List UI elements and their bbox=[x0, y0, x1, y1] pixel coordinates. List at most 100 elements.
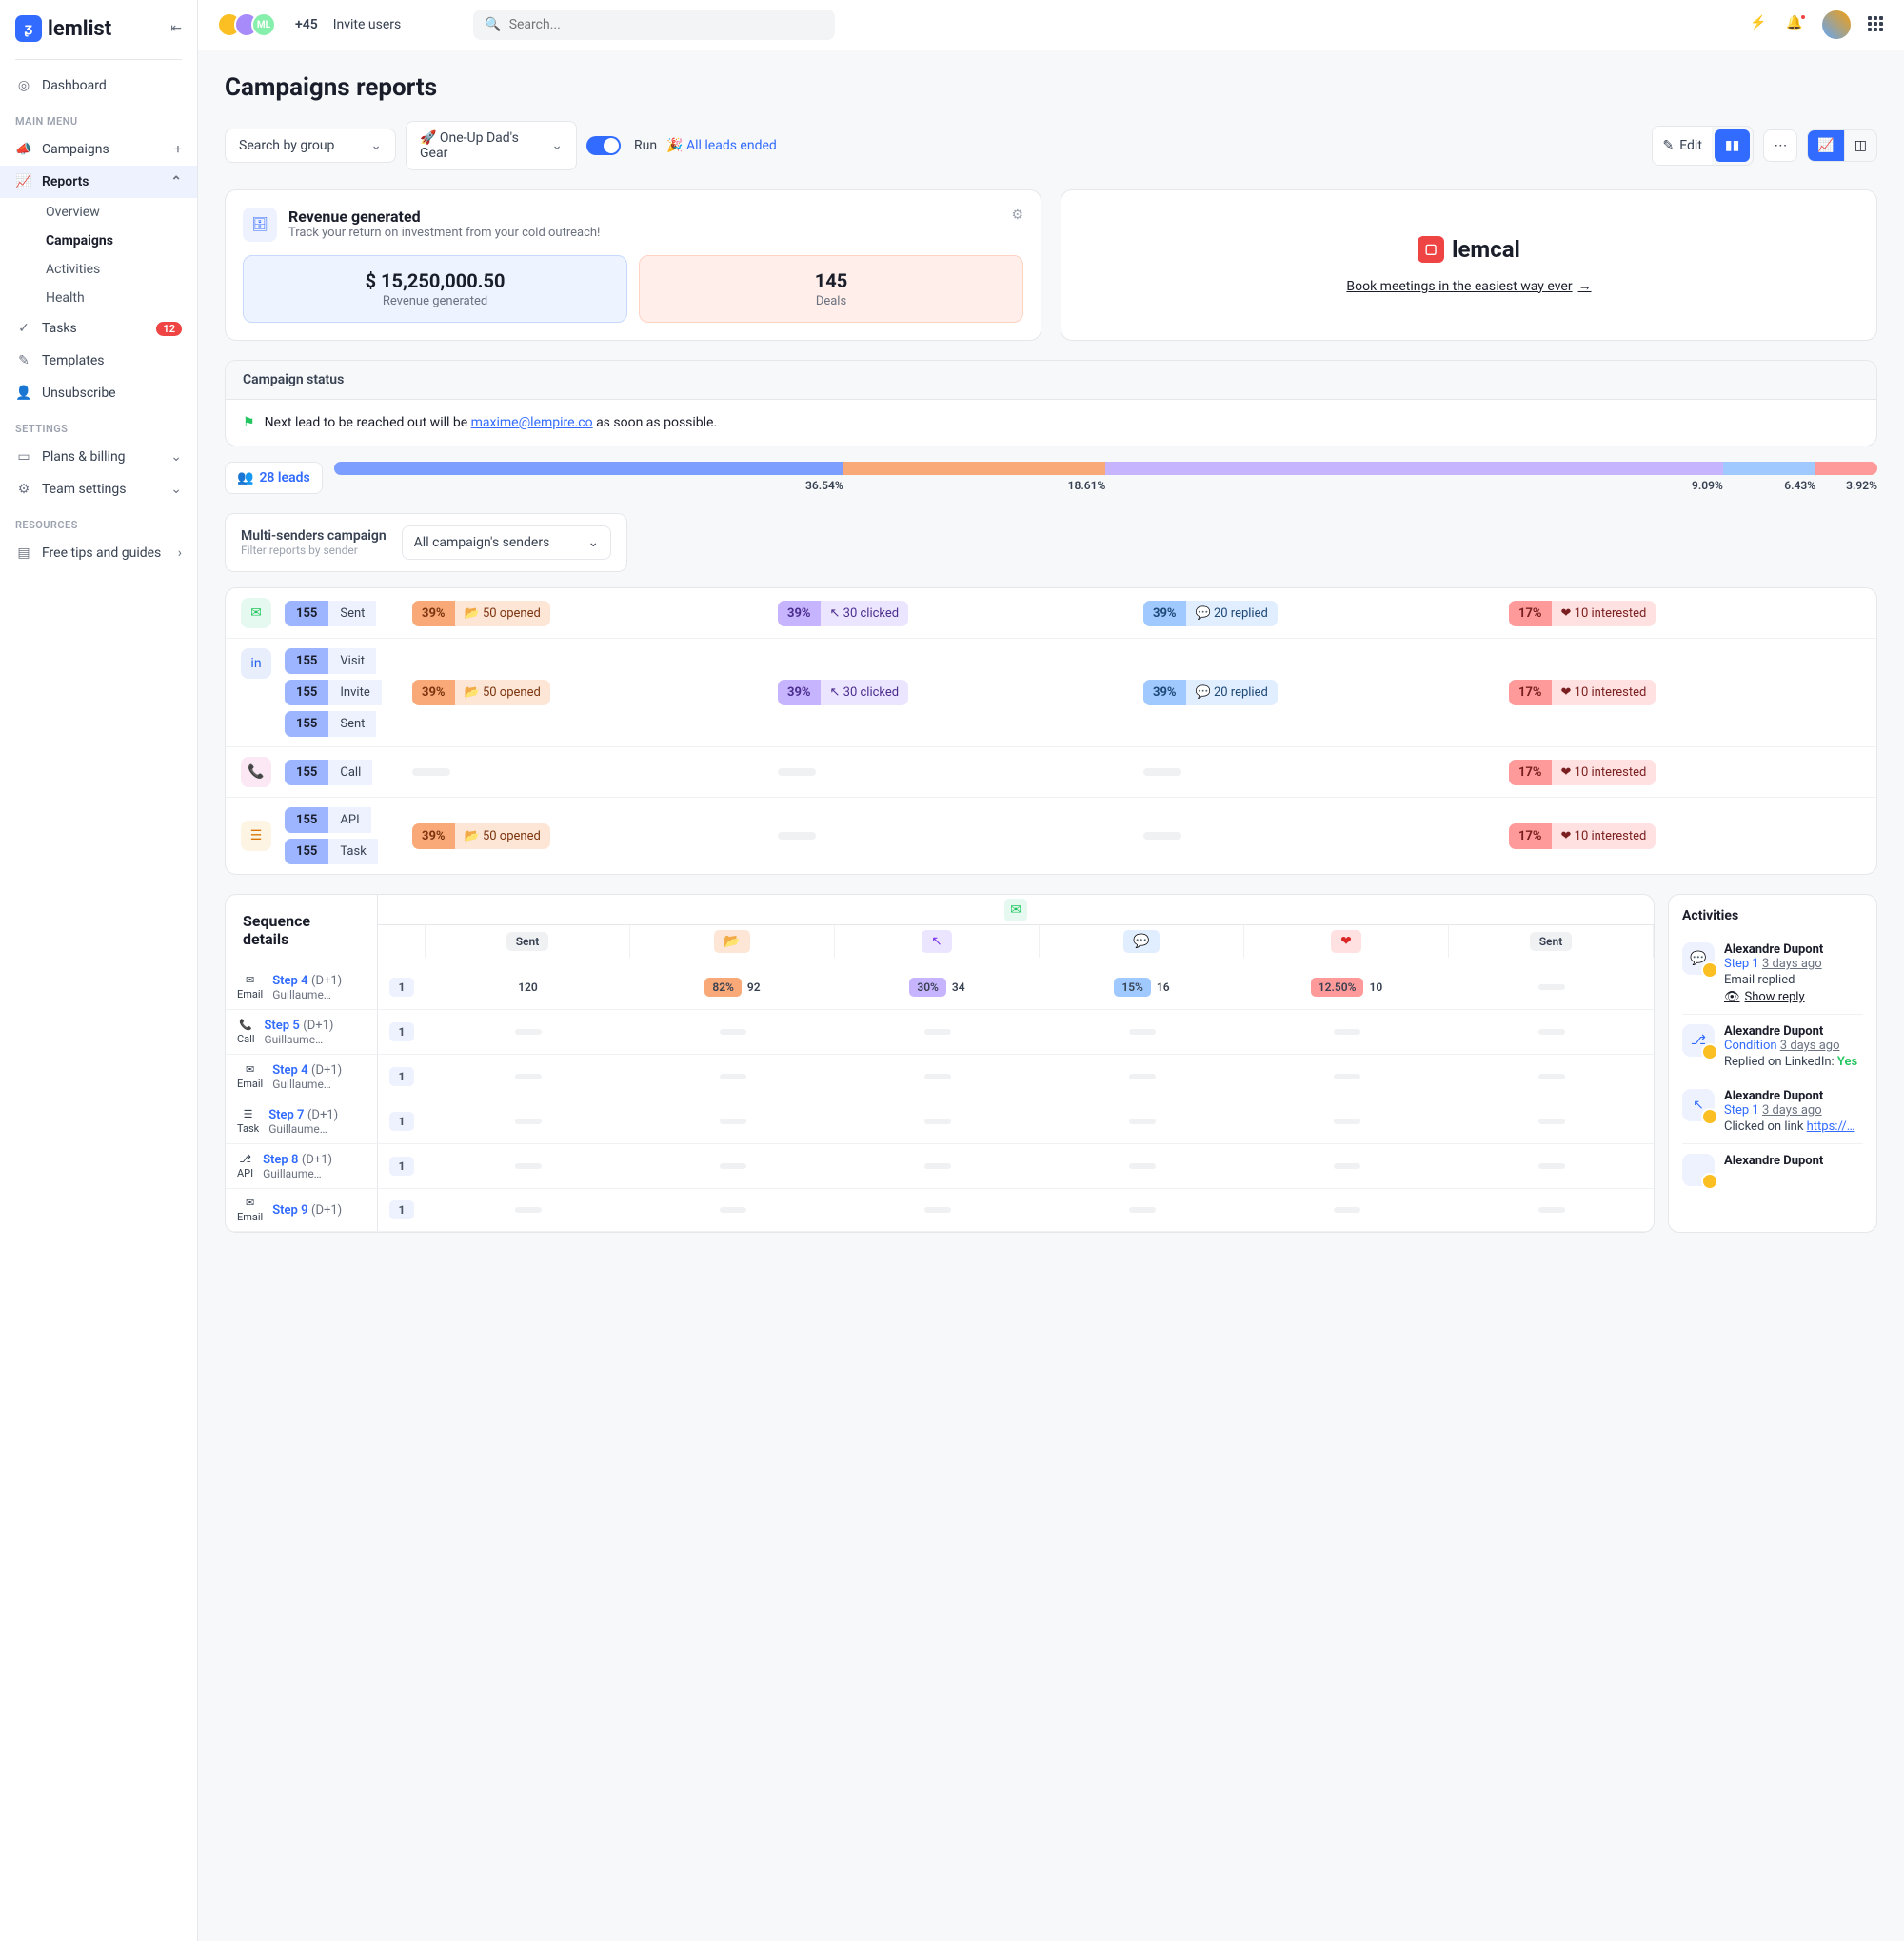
zap-icon[interactable]: ⚡ bbox=[1750, 15, 1769, 34]
sequence-row[interactable]: ✉Email Step 9 (D+1)1 bbox=[226, 1189, 1654, 1232]
call-icon: 📞 bbox=[241, 757, 271, 787]
invite-users-link[interactable]: Invite users bbox=[333, 17, 402, 32]
sequence-row[interactable]: 📞Call Step 5 (D+1)Guillaume…1 bbox=[226, 1010, 1654, 1055]
run-label: Run bbox=[634, 138, 657, 153]
sequence-card: Sequence details ✉ Sent 📂 ↖ 💬 bbox=[225, 894, 1655, 1233]
label: Revenue generated bbox=[257, 294, 613, 308]
leads-chip[interactable]: 👥 28 leads bbox=[225, 462, 323, 494]
team-count: +45 bbox=[295, 17, 318, 32]
tasks-badge: 12 bbox=[156, 322, 182, 336]
activities-title: Activities bbox=[1682, 908, 1863, 923]
sidebar-item-campaigns[interactable]: 📣 Campaigns + bbox=[0, 133, 197, 166]
deals-stat[interactable]: 145 Deals bbox=[639, 255, 1023, 323]
sidebar-sub-overview[interactable]: Overview bbox=[0, 198, 197, 227]
metric-row-linkedin: in155Visit155Invite155Sent39%📂 50 opened… bbox=[226, 639, 1876, 747]
email-icon: ✉ bbox=[241, 598, 271, 628]
sequence-row[interactable]: ✉Email Step 4 (D+1)Guillaume…112082%9230… bbox=[226, 965, 1654, 1010]
flag-icon: ⚑ bbox=[243, 415, 255, 430]
view-chart-button[interactable]: 📈 bbox=[1808, 130, 1843, 161]
lemcal-cta-link[interactable]: Book meetings in the easiest way ever → bbox=[1346, 278, 1591, 294]
sidebar-sub-campaigns[interactable]: Campaigns bbox=[0, 227, 197, 255]
lead-email-link[interactable]: maxime@lempire.co bbox=[471, 415, 593, 430]
interested-icon: ❤ bbox=[1331, 930, 1361, 953]
megaphone-icon: 📣 bbox=[15, 141, 32, 158]
team-avatars[interactable]: ML bbox=[217, 12, 276, 37]
activity-item[interactable]: 💬Alexandre Dupont Step 1 3 days ago Emai… bbox=[1682, 933, 1863, 1015]
metric-row-call: 📞155Call17%❤ 10 interested bbox=[226, 747, 1876, 798]
brand-logo[interactable]: ᶚ lemlist bbox=[15, 15, 111, 42]
activity-icon: ↖ bbox=[1682, 1089, 1715, 1121]
sidebar: ᶚ lemlist ⇤ ◎ Dashboard MAIN MENU 📣 Camp… bbox=[0, 0, 198, 1941]
activity-item[interactable]: ↖Alexandre Dupont Step 1 3 days ago Clic… bbox=[1682, 1079, 1863, 1144]
sidebar-item-tasks[interactable]: ✓ Tasks 12 bbox=[0, 312, 197, 345]
label: Dashboard bbox=[42, 78, 107, 93]
edit-group: ✎ Edit ▮▮ bbox=[1652, 126, 1754, 166]
activity-link[interactable]: https://… bbox=[1807, 1119, 1855, 1134]
replied-icon: 💬 bbox=[1123, 930, 1159, 953]
run-toggle[interactable] bbox=[586, 136, 621, 155]
label: Tasks bbox=[42, 321, 77, 336]
revenue-stat[interactable]: $ 15,250,000.50 Revenue generated bbox=[243, 255, 627, 323]
plus-icon[interactable]: + bbox=[174, 142, 182, 157]
wand-icon: ✎ bbox=[15, 352, 32, 369]
app-grid-icon[interactable] bbox=[1868, 16, 1885, 33]
sidebar-item-tips[interactable]: ▤ Free tips and guides › bbox=[0, 537, 197, 569]
user-avatar[interactable] bbox=[1822, 10, 1851, 39]
sent-header: Sent bbox=[506, 932, 549, 951]
chevron-down-icon: ⌄ bbox=[587, 535, 599, 550]
status-text: Next lead to be reached out will be maxi… bbox=[265, 415, 718, 430]
campaign-status-card: Campaign status ⚑ Next lead to be reache… bbox=[225, 360, 1877, 446]
section-settings: SETTINGS bbox=[0, 409, 197, 441]
sequence-row[interactable]: ✉Email Step 4 (D+1)Guillaume…1 bbox=[226, 1055, 1654, 1099]
sequence-row[interactable]: ⎇API Step 8 (D+1)Guillaume…1 bbox=[226, 1144, 1654, 1189]
revenue-icon: 🗄 bbox=[243, 208, 277, 242]
amount: $ 15,250,000.50 bbox=[257, 269, 613, 292]
sidebar-sub-health[interactable]: Health bbox=[0, 284, 197, 312]
search-field[interactable] bbox=[509, 17, 824, 32]
activity-icon bbox=[1682, 1154, 1715, 1186]
sidebar-item-templates[interactable]: ✎ Templates bbox=[0, 345, 197, 377]
arrow-right-icon: → bbox=[1578, 278, 1592, 294]
sender-select[interactable]: All campaign's senders ⌄ bbox=[402, 525, 611, 560]
multi-title: Multi-senders campaign bbox=[241, 528, 387, 544]
email-icon: ✉ bbox=[246, 974, 254, 986]
revenue-title: Revenue generated bbox=[288, 208, 600, 226]
collapse-icon[interactable]: ⇤ bbox=[170, 21, 182, 36]
bar-chart-button[interactable]: ▮▮ bbox=[1715, 129, 1750, 162]
sidebar-item-team[interactable]: ⚙ Team settings ⌄ bbox=[0, 473, 197, 505]
more-button[interactable]: ⋯ bbox=[1763, 129, 1797, 162]
status-title: Campaign status bbox=[226, 361, 1876, 400]
gear-icon[interactable]: ⚙ bbox=[1011, 208, 1023, 223]
multi-senders-card: Multi-senders campaign Filter reports by… bbox=[225, 513, 627, 572]
gear-icon: ⚙ bbox=[15, 481, 32, 498]
task-icon: ☰ bbox=[244, 1108, 253, 1120]
brand-name: lemlist bbox=[48, 17, 111, 41]
chevron-down-icon: ⌄ bbox=[551, 138, 563, 153]
task-icon: ☰ bbox=[241, 821, 271, 851]
sidebar-item-reports[interactable]: 📈 Reports ⌃ bbox=[0, 166, 197, 198]
revenue-card: 🗄 Revenue generated Track your return on… bbox=[225, 189, 1041, 341]
activity-item[interactable]: Alexandre Dupont bbox=[1682, 1144, 1863, 1196]
show-reply-link[interactable]: 👁 Show reply bbox=[1724, 990, 1863, 1004]
bell-icon[interactable]: 🔔 bbox=[1786, 15, 1805, 34]
search-icon: 🔍 bbox=[485, 17, 501, 32]
sequence-row[interactable]: ☰Task Step 7 (D+1)Guillaume…1 bbox=[226, 1099, 1654, 1144]
sequence-title: Sequence details bbox=[226, 895, 378, 965]
sidebar-item-unsubscribe[interactable]: 👤 Unsubscribe bbox=[0, 377, 197, 409]
metric-row-email: ✉155Sent39%📂 50 opened39%↖ 30 clicked39%… bbox=[226, 588, 1876, 639]
group-select[interactable]: Search by group ⌄ bbox=[225, 129, 396, 163]
sidebar-item-dashboard[interactable]: ◎ Dashboard bbox=[0, 69, 197, 102]
search-input[interactable]: 🔍 bbox=[473, 10, 835, 40]
opened-icon: 📂 bbox=[714, 930, 749, 953]
section-main-menu: MAIN MENU bbox=[0, 102, 197, 133]
sidebar-sub-activities[interactable]: Activities bbox=[0, 255, 197, 284]
lemcal-card: ▢ lemcal Book meetings in the easiest wa… bbox=[1061, 189, 1877, 341]
sidebar-item-plans[interactable]: ▭ Plans & billing ⌄ bbox=[0, 441, 197, 473]
amount: 145 bbox=[653, 269, 1009, 292]
view-alt-button[interactable]: ◫ bbox=[1845, 130, 1876, 161]
campaign-select[interactable]: 🚀 One-Up Dad's Gear ⌄ bbox=[406, 121, 577, 170]
activity-item[interactable]: ⎇Alexandre Dupont Condition 3 days ago R… bbox=[1682, 1015, 1863, 1079]
edit-button[interactable]: ✎ Edit bbox=[1653, 127, 1711, 165]
label: 🚀 One-Up Dad's Gear bbox=[420, 130, 544, 161]
view-group: 📈 ◫ bbox=[1807, 129, 1877, 162]
